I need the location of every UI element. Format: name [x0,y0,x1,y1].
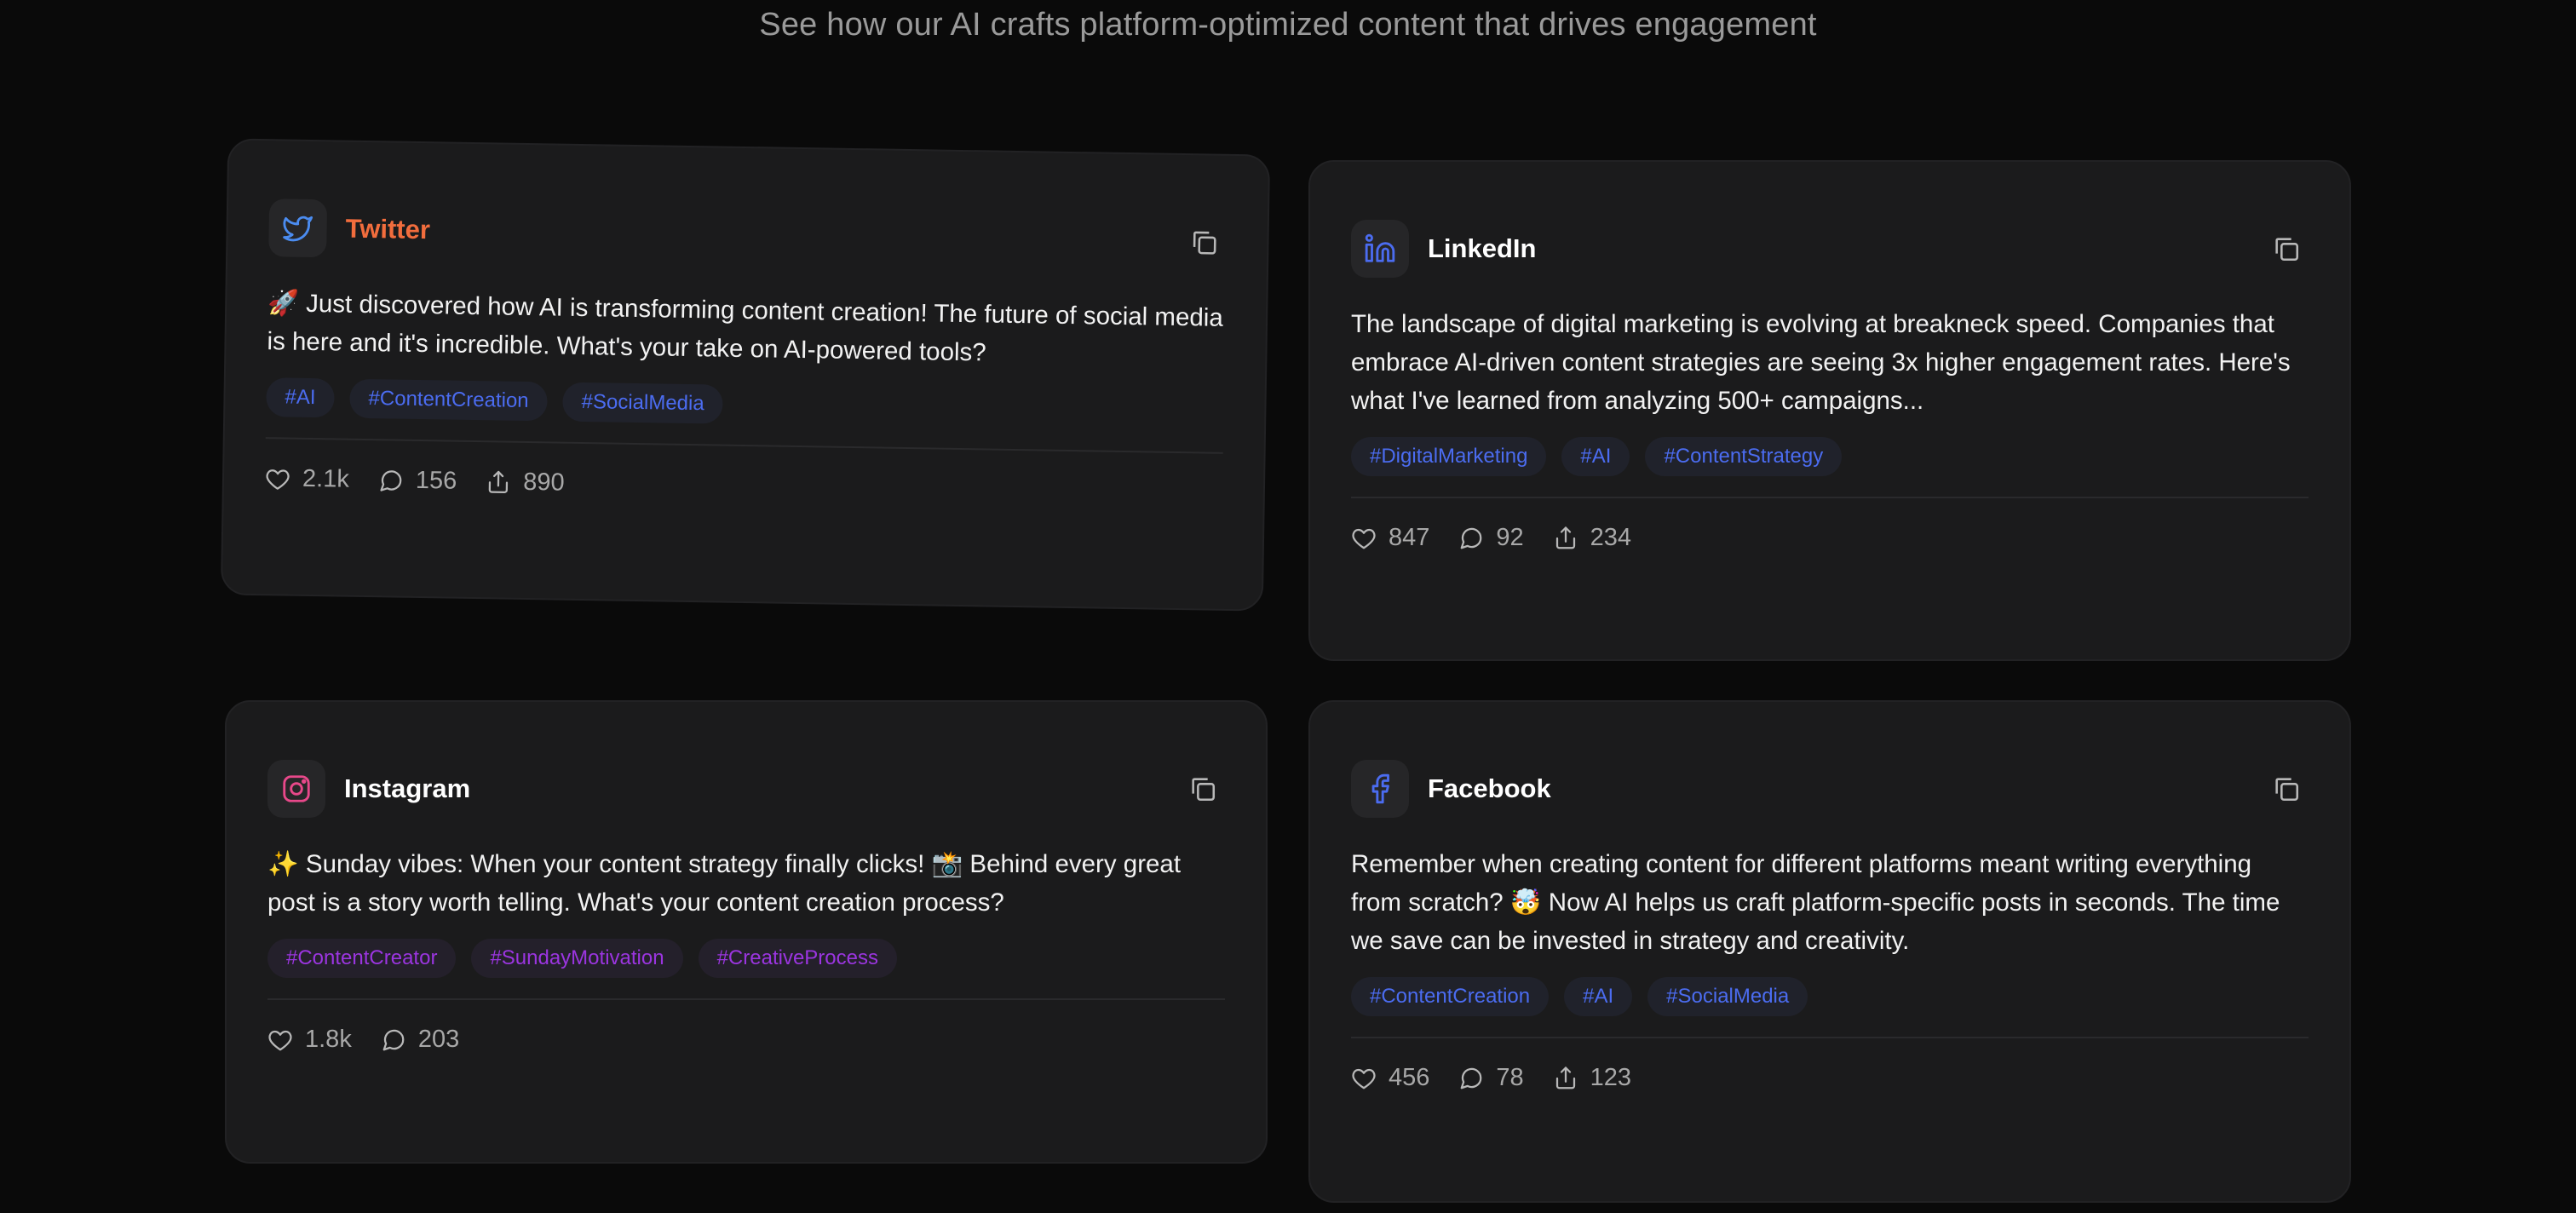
post-text: ✨ Sunday vibes: When your content strate… [267,850,1182,917]
facebook-icon [1351,760,1409,818]
copy-button[interactable] [1181,767,1225,811]
post-text: Remember when creating content for diffe… [1351,850,2280,955]
section-subtitle: See how our AI crafts platform-optimized… [759,7,1817,43]
share-icon [488,470,509,493]
copy-button[interactable] [1182,220,1227,265]
likes-stat[interactable]: 2.1k [265,464,349,494]
copy-icon [2275,238,2299,262]
engagement-stats: 2.1k 156 890 [265,464,1222,508]
card-header: LinkedIn [1351,216,2309,281]
linkedin-icon [1351,220,1409,278]
hashtag[interactable]: #ContentCreation [1351,977,1550,1016]
comment-icon [380,469,402,492]
engagement-stats: 1.8k 203 [267,1026,1225,1054]
comments-stat[interactable]: 78 [1458,1064,1524,1092]
instagram-icon [267,760,325,818]
heart-icon [1352,1068,1376,1089]
likes-stat[interactable]: 456 [1351,1064,1429,1092]
likes-count: 456 [1389,1064,1430,1091]
hashtag[interactable]: #SocialMedia [562,382,724,424]
hashtag[interactable]: #AI [266,377,335,418]
copy-button[interactable] [2264,767,2309,811]
hashtag-list: #ContentCreator #SundayMotivation #Creat… [267,939,1225,978]
card-header: Twitter [268,195,1227,275]
comments-count: 156 [415,466,457,495]
comment-icon [1461,527,1482,549]
hashtag[interactable]: #ContentStrategy [1645,437,1843,476]
likes-stat[interactable]: 1.8k [267,1026,352,1054]
platform-name: Twitter [345,213,431,245]
post-card-instagram: Instagram ✨ Sunday vibes: When your cont… [225,700,1268,1164]
copy-icon [2275,778,2299,802]
platform-name: Instagram [344,773,471,803]
twitter-bird-icon [268,198,328,258]
heart-icon [266,469,290,490]
platform-name: LinkedIn [1428,233,1537,263]
hashtag[interactable]: #DigitalMarketing [1351,437,1547,476]
likes-stat[interactable]: 847 [1351,524,1429,552]
divider [267,998,1225,1000]
share-icon [1555,1066,1575,1089]
comment-icon [1461,1067,1482,1089]
comments-count: 92 [1496,524,1524,551]
shares-count: 890 [522,468,565,497]
comment-icon [382,1029,405,1050]
shares-stat[interactable]: 123 [1553,1064,1631,1092]
comments-stat[interactable]: 203 [381,1026,459,1054]
hashtag[interactable]: #AI [1561,437,1630,476]
card-header: Facebook [1351,756,2309,821]
comments-stat[interactable]: 156 [378,466,457,495]
platform-name: Facebook [1428,773,1551,803]
copy-button[interactable] [2264,227,2309,271]
hashtag-list: #ContentCreation #AI #SocialMedia [1351,977,2309,1016]
post-text: The landscape of digital marketing is ev… [1351,310,2291,415]
hashtag-list: #DigitalMarketing #AI #ContentStrategy [1351,437,2309,476]
comments-stat[interactable]: 92 [1458,524,1524,552]
hashtag[interactable]: #ContentCreator [267,939,457,978]
copy-icon [1193,231,1216,255]
engagement-stats: 456 78 123 [1351,1064,2309,1092]
shares-stat[interactable]: 890 [486,468,565,497]
likes-count: 2.1k [302,464,350,493]
engagement-stats: 847 92 234 [1351,524,2309,552]
card-header: Instagram [267,756,1225,821]
divider [1351,497,2309,498]
comments-count: 203 [417,1026,460,1053]
shares-stat[interactable]: 234 [1553,524,1631,552]
hashtag[interactable]: #ContentCreation [349,378,548,422]
likes-count: 847 [1389,524,1430,551]
likes-count: 1.8k [305,1026,352,1053]
hashtag[interactable]: #AI [1564,977,1633,1016]
comments-count: 78 [1496,1064,1524,1091]
divider [1351,1037,2309,1038]
divider [265,437,1223,454]
heart-icon [1352,528,1376,549]
hashtag[interactable]: #SocialMedia [1647,977,1808,1016]
share-icon [1555,526,1575,549]
hashtag-list: #AI #ContentCreation #SocialMedia [266,377,1224,432]
hashtag[interactable]: #CreativeProcess [698,939,897,978]
heart-icon [268,1030,292,1050]
post-card-twitter: Twitter 🚀 Just discovered how AI is tran… [220,138,1271,612]
shares-count: 123 [1590,1064,1632,1091]
post-text: 🚀 Just discovered how AI is transforming… [267,289,1224,367]
copy-icon [1192,778,1216,802]
post-card-linkedin: LinkedIn The landscape of digital market… [1308,160,2351,661]
shares-count: 234 [1590,524,1632,551]
hashtag[interactable]: #SundayMotivation [471,939,683,978]
post-card-facebook: Facebook Remember when creating content … [1308,700,2351,1203]
